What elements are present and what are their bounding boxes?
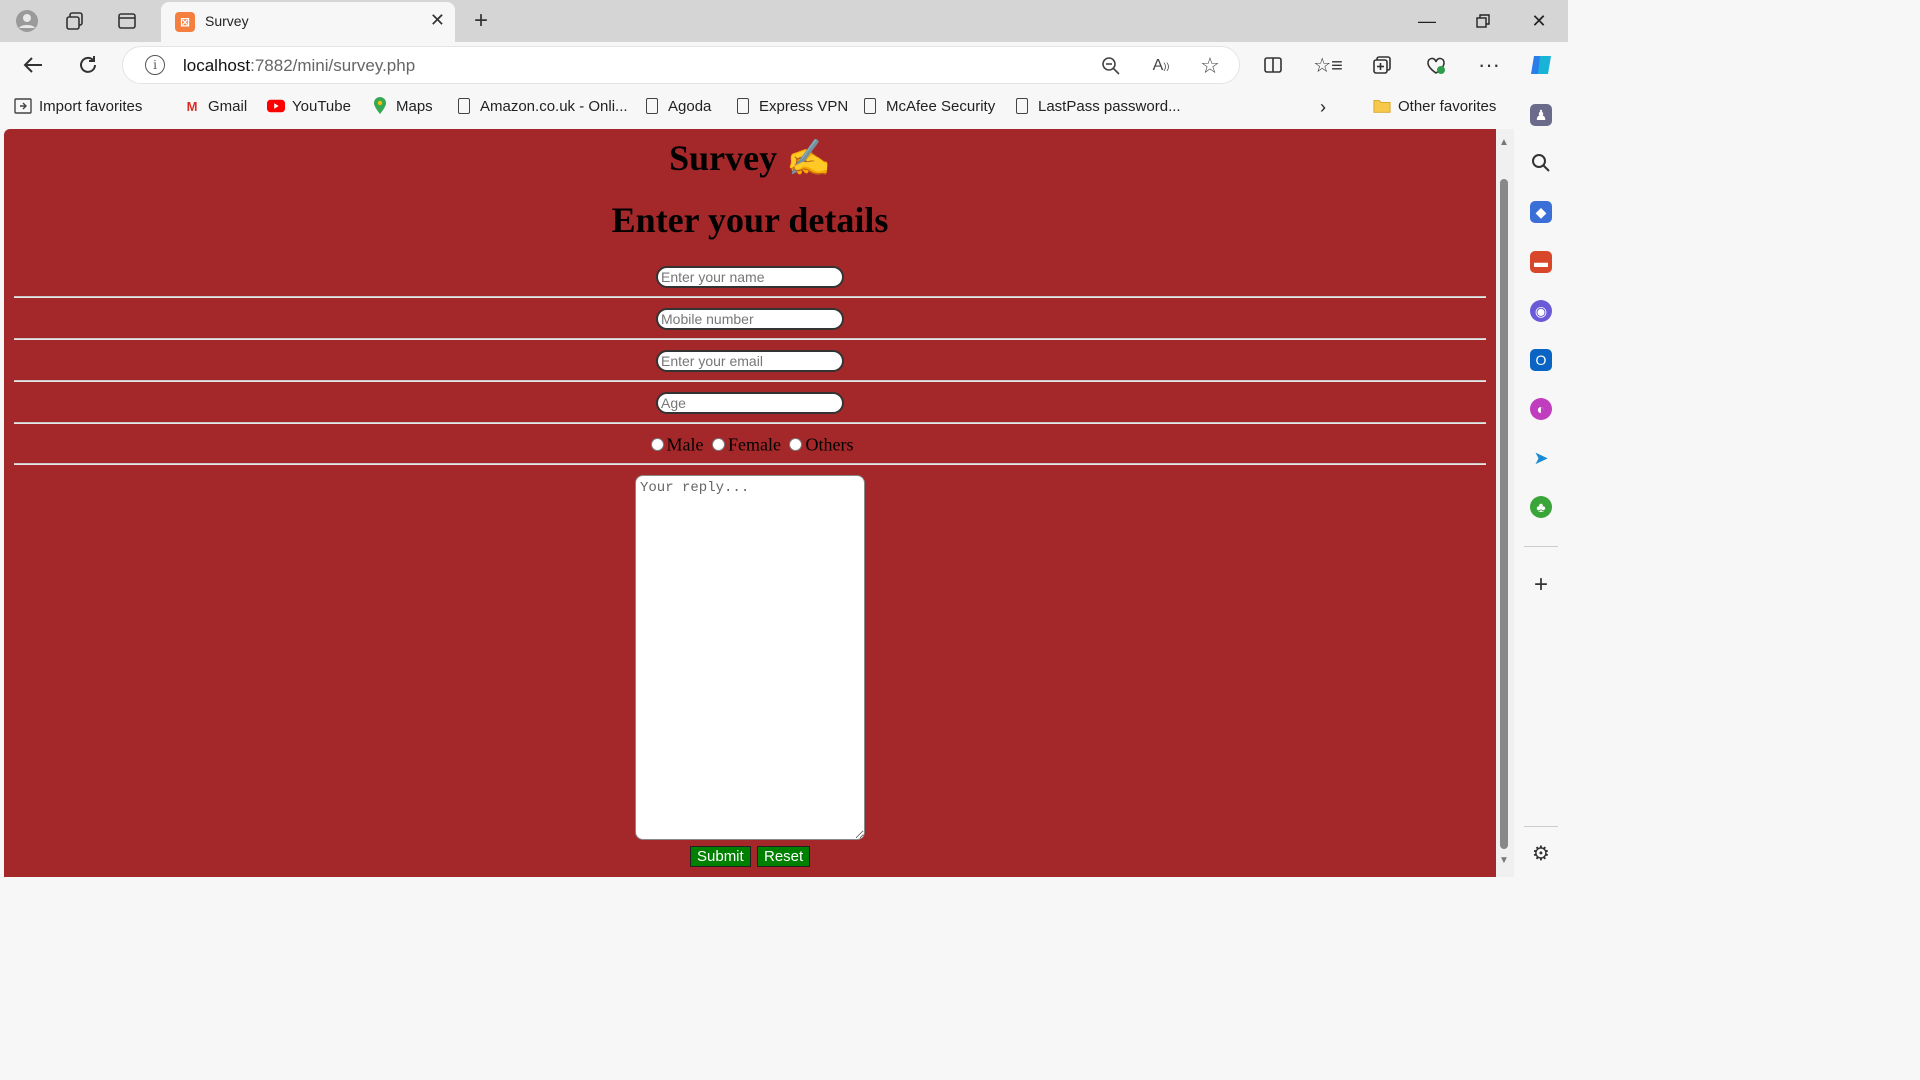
mobile-input[interactable] xyxy=(656,308,844,330)
fav-agoda[interactable]: Agoda xyxy=(643,97,711,115)
favorite-star-icon[interactable]: ☆ xyxy=(1198,53,1222,78)
gmail-icon: M xyxy=(186,98,198,114)
send-icon[interactable]: ➤ xyxy=(1530,447,1552,469)
toolbar: i localhost:7882/mini/survey.php A)) ☆ ☆… xyxy=(0,42,1568,88)
profile-icon[interactable] xyxy=(14,8,40,34)
split-screen-icon[interactable] xyxy=(1258,50,1288,80)
fav-amazon[interactable]: Amazon.co.uk - Onli... xyxy=(455,97,628,115)
fav-lastpass[interactable]: LastPass password... xyxy=(1013,97,1181,115)
scroll-thumb[interactable] xyxy=(1500,179,1508,849)
tree-icon[interactable]: ♣ xyxy=(1530,496,1552,518)
gender-group: Male Female Others xyxy=(4,433,1496,455)
divider xyxy=(14,380,1486,382)
tools-icon[interactable]: ▬ xyxy=(1530,251,1552,273)
workspaces-icon[interactable] xyxy=(62,8,88,34)
import-favorites-icon xyxy=(14,97,32,115)
divider xyxy=(14,463,1486,465)
site-info-icon[interactable]: i xyxy=(145,55,165,75)
folder-icon xyxy=(1373,97,1391,115)
shopping-tag-icon[interactable]: ◆ xyxy=(1530,201,1552,223)
reset-button[interactable]: Reset xyxy=(757,846,811,867)
others-label: Others xyxy=(805,434,854,455)
tab-title: Survey xyxy=(205,13,249,29)
tab-actions-icon[interactable] xyxy=(114,8,140,34)
outlook-icon[interactable]: O xyxy=(1530,349,1552,371)
collections-icon[interactable] xyxy=(1367,50,1397,80)
page-icon xyxy=(455,97,473,115)
back-icon[interactable] xyxy=(18,50,48,80)
page-icon xyxy=(734,97,752,115)
close-tab-icon[interactable]: ✕ xyxy=(430,10,445,31)
fav-other-favorites[interactable]: Other favorites xyxy=(1373,97,1496,115)
divider xyxy=(14,422,1486,424)
new-tab-icon[interactable]: + xyxy=(468,7,494,34)
details-heading: Enter your details xyxy=(611,200,889,240)
fav-youtube[interactable]: YouTube xyxy=(267,97,351,115)
xampp-favicon-icon: ⊠ xyxy=(175,12,195,32)
refresh-icon[interactable] xyxy=(73,50,103,80)
url-text[interactable]: localhost:7882/mini/survey.php xyxy=(183,56,415,76)
sidebar-divider xyxy=(1524,546,1558,547)
fav-express-vpn[interactable]: Express VPN xyxy=(734,97,848,115)
game-icon[interactable]: ♟ xyxy=(1530,104,1552,126)
page-content: Survey ✍ Enter your details Male Female … xyxy=(4,129,1496,877)
minimize-icon[interactable]: — xyxy=(1407,6,1447,36)
youtube-icon xyxy=(267,97,285,115)
add-icon[interactable]: + xyxy=(1530,571,1552,598)
scroll-down-icon[interactable]: ▼ xyxy=(1499,855,1509,866)
zoom-out-icon[interactable] xyxy=(1099,54,1123,78)
settings-gear-icon[interactable]: ⚙ xyxy=(1530,842,1552,865)
female-radio[interactable] xyxy=(712,438,725,452)
divider xyxy=(14,338,1486,340)
male-label: Male xyxy=(666,434,704,455)
submit-button[interactable]: Submit xyxy=(690,846,751,867)
others-radio[interactable] xyxy=(789,438,803,452)
sidebar-divider xyxy=(1524,826,1558,827)
writing-hand-emoji-icon: ✍ xyxy=(786,138,831,178)
fav-import-favorites[interactable]: Import favorites xyxy=(14,97,142,115)
more-options-icon[interactable]: ··· xyxy=(1474,50,1504,80)
browser-essentials-icon[interactable] xyxy=(1421,50,1451,80)
divider xyxy=(14,296,1486,298)
favorites-bar: Import favorites M Gmail YouTube Maps Am… xyxy=(0,88,1568,126)
name-input[interactable] xyxy=(656,266,844,288)
close-window-icon[interactable]: ✕ xyxy=(1519,6,1559,36)
address-bar[interactable]: i localhost:7882/mini/survey.php A)) ☆ xyxy=(122,46,1240,84)
designer-icon[interactable]: ◐ xyxy=(1530,398,1552,420)
page-icon xyxy=(1013,97,1031,115)
vertical-scrollbar[interactable]: ▲ ▼ xyxy=(1496,129,1514,877)
reply-textarea[interactable] xyxy=(635,475,865,840)
chevron-right-icon[interactable]: › xyxy=(1320,97,1326,118)
search-icon[interactable] xyxy=(1530,152,1552,174)
tab-survey[interactable]: ⊠ Survey ✕ xyxy=(161,2,455,42)
female-label: Female xyxy=(728,434,781,455)
page-icon xyxy=(643,97,661,115)
fav-gmail[interactable]: M Gmail xyxy=(183,97,248,115)
read-aloud-icon[interactable]: A)) xyxy=(1149,54,1173,78)
page-icon xyxy=(861,97,879,115)
tab-bar: ⊠ Survey ✕ + — ✕ xyxy=(0,0,1568,42)
email-input[interactable] xyxy=(656,350,844,372)
favorites-icon[interactable]: ☆≡ xyxy=(1313,50,1343,80)
copilot-icon[interactable] xyxy=(1526,50,1556,80)
scroll-up-icon[interactable]: ▲ xyxy=(1499,137,1509,148)
maps-icon xyxy=(371,97,389,115)
edge-sidebar: ♟ ◆ ▬ ◉ O ◐ ➤ ♣ + ⚙ xyxy=(1514,88,1568,882)
page-title: Survey ✍ xyxy=(669,138,831,178)
age-input[interactable] xyxy=(656,392,844,414)
male-radio[interactable] xyxy=(650,438,664,452)
fav-mcafee[interactable]: McAfee Security xyxy=(861,97,995,115)
office-icon[interactable]: ◉ xyxy=(1530,300,1552,322)
fav-maps[interactable]: Maps xyxy=(371,97,433,115)
restore-icon[interactable] xyxy=(1463,6,1503,36)
